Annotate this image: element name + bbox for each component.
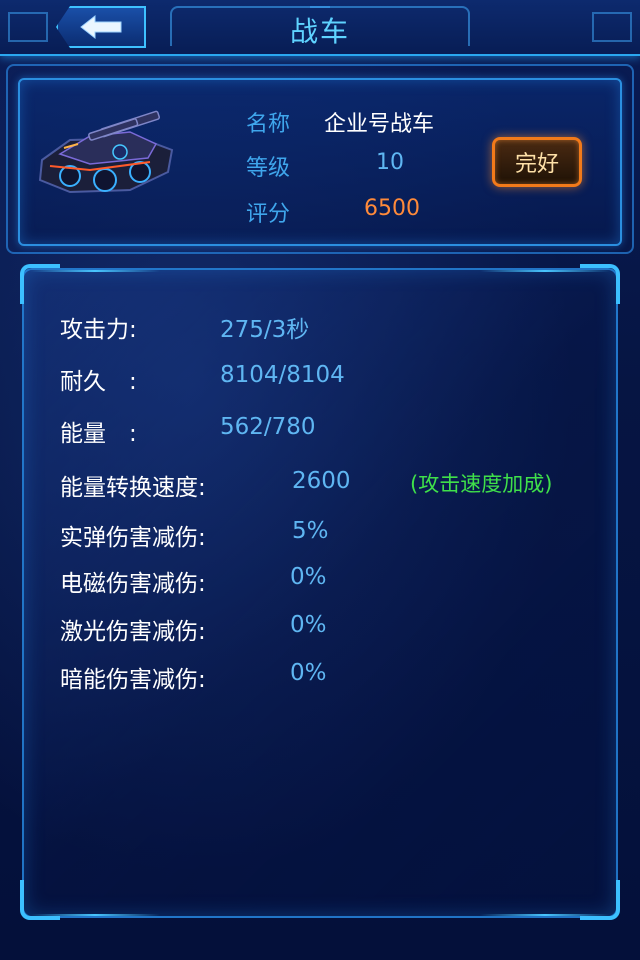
em-reduction-label: 电磁伤害减伤: [60, 571, 206, 597]
back-arrow-icon [80, 14, 122, 40]
attack-label: 攻击力: [60, 317, 137, 343]
em-reduction-value: 0% [290, 564, 327, 590]
level-label: 等级 [246, 156, 291, 181]
name-value: 企业号战车 [324, 112, 435, 137]
energy-value: 562/780 [220, 414, 316, 440]
kinetic-reduction-value: 5% [292, 518, 329, 544]
tank-image [38, 110, 174, 194]
score-label: 评分 [246, 202, 291, 227]
dark-reduction-label: 暗能伤害减伤: [60, 667, 206, 693]
score-value: 6500 [364, 196, 420, 221]
conversion-label: 能量转换速度: [60, 475, 206, 501]
conversion-note: (攻击速度加成) [410, 472, 553, 496]
laser-reduction-value: 0% [290, 612, 327, 638]
panel-glow-top-left [30, 270, 160, 272]
kinetic-reduction-label: 实弹伤害减伤: [60, 525, 206, 551]
panel-glow-bottom-left [30, 914, 160, 916]
name-label: 名称 [246, 112, 291, 137]
dark-reduction-value: 0% [290, 660, 327, 686]
laser-reduction-label: 激光伤害减伤: [60, 619, 206, 645]
durability-value: 8104/8104 [220, 362, 345, 388]
back-button[interactable] [56, 6, 146, 48]
energy-label: 能量 : [60, 421, 137, 447]
conversion-value: 2600 [292, 468, 351, 494]
status-button[interactable]: 完好 [492, 137, 582, 187]
panel-glow-bottom-right [480, 914, 610, 916]
durability-label: 耐久 : [60, 369, 137, 395]
level-value: 10 [376, 150, 404, 175]
panel-glow-top-right [480, 270, 610, 272]
attack-value: 275/3秒 [220, 317, 310, 343]
